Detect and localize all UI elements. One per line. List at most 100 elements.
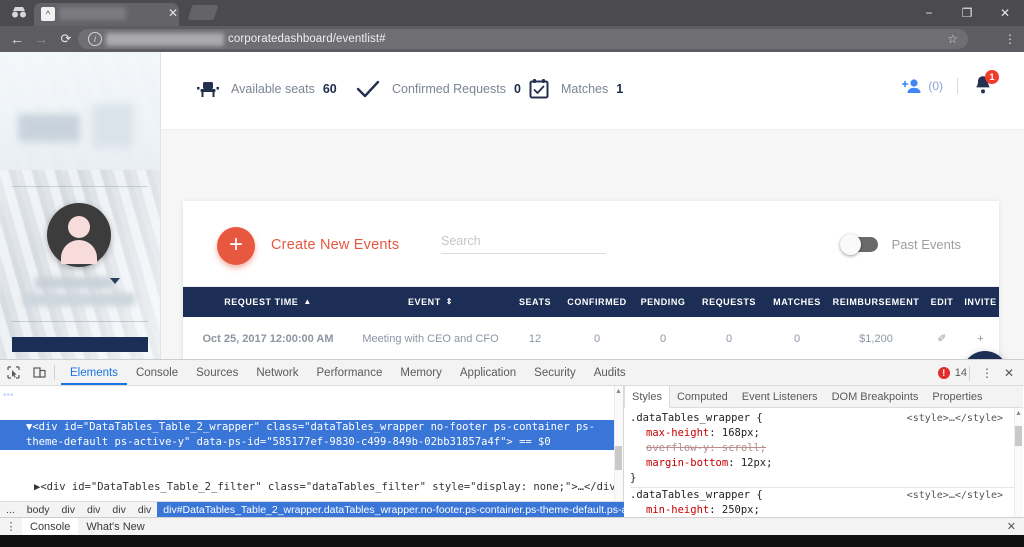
css-declaration[interactable]: max-height: 168px;: [630, 426, 1017, 441]
col-reimbursement[interactable]: REIMBURSEMENT: [830, 287, 922, 317]
devtools-tab-performance[interactable]: Performance: [308, 360, 392, 385]
devtools-tab-console[interactable]: Console: [127, 360, 187, 385]
col-event[interactable]: EVENT ⇕: [353, 287, 508, 317]
drawer-tab-console[interactable]: Console: [22, 517, 79, 536]
col-request-time[interactable]: REQUEST TIME ▲: [183, 287, 353, 317]
dom-node-selected[interactable]: ▼<div id="DataTables_Table_2_wrapper" cl…: [0, 420, 623, 450]
css-rule[interactable]: <style>…</style> .dataTables_wrapper { m…: [630, 411, 1017, 488]
calendar-check-icon: [528, 78, 550, 100]
notifications-button[interactable]: 1: [972, 70, 999, 98]
address-bar[interactable]: i corporatedashboard/eventlist# ☆: [78, 29, 968, 49]
site-info-icon[interactable]: i: [88, 32, 102, 46]
col-matches[interactable]: MATCHES: [764, 287, 830, 317]
dom-node-text: ▶<div id="DataTables_Table_2_filter" cla…: [34, 481, 622, 493]
breadcrumb-item-body[interactable]: body: [21, 502, 56, 518]
sort-asc-icon: ▲: [303, 297, 312, 306]
drawer-close-icon[interactable]: ✕: [1007, 520, 1016, 533]
col-requests[interactable]: REQUESTS: [694, 287, 764, 317]
minimize-button[interactable]: −: [910, 0, 948, 26]
css-declaration[interactable]: margin-bottom: 12px;: [630, 456, 1017, 471]
forward-icon[interactable]: →: [32, 30, 50, 48]
search-input[interactable]: [441, 234, 606, 254]
devtools-tab-audits[interactable]: Audits: [585, 360, 635, 385]
sidebar: [0, 52, 160, 359]
col-label: REQUEST TIME: [224, 297, 299, 307]
events-toolbar: + Create New Events Past Events: [183, 201, 999, 287]
dom-node[interactable]: ▶<div id="DataTables_Table_2_filter" cla…: [0, 480, 623, 495]
past-events-toggle-group[interactable]: Past Events: [839, 234, 961, 255]
breadcrumb-overflow[interactable]: ...: [0, 502, 21, 518]
scroll-up-icon[interactable]: ▲: [1015, 410, 1022, 417]
devtools-close-icon[interactable]: ✕: [998, 360, 1020, 386]
devtools-more-icon[interactable]: ⋮: [976, 360, 998, 386]
sidebar-divider: [12, 186, 148, 187]
styles-scrollbar-thumb[interactable]: [1015, 426, 1022, 446]
devtools-tab-security[interactable]: Security: [525, 360, 585, 385]
col-invite[interactable]: INVITE: [962, 287, 999, 317]
dom-scrollbar-thumb[interactable]: [615, 446, 622, 470]
past-events-toggle[interactable]: [839, 234, 878, 255]
devtools-tab-network[interactable]: Network: [247, 360, 307, 385]
cell-event: Meeting with CEO and CFO: [362, 332, 499, 345]
browser-toolbar: ← → ⟳ i corporatedashboard/eventlist# ☆ …: [0, 26, 1024, 52]
inspect-element-icon[interactable]: [0, 360, 26, 386]
drawer-tab-whats-new[interactable]: What's New: [78, 518, 152, 536]
col-confirmed[interactable]: CONFIRMED: [562, 287, 632, 317]
devtools-tab-memory[interactable]: Memory: [391, 360, 451, 385]
avatar[interactable]: [47, 203, 111, 267]
tab-close-icon[interactable]: ✕: [166, 6, 180, 20]
cell-matches: 0: [793, 332, 801, 345]
maximize-button[interactable]: ❐: [948, 0, 986, 26]
col-pending[interactable]: PENDING: [632, 287, 694, 317]
table-body: Oct 25, 2017 12:00:00 AM Meeting with CE…: [183, 317, 999, 359]
breadcrumb-item-selected[interactable]: div#DataTables_Table_2_wrapper.dataTable…: [157, 502, 624, 518]
create-new-events-label[interactable]: Create New Events: [271, 237, 399, 253]
styles-tab-event-listeners[interactable]: Event Listeners: [735, 386, 825, 407]
table-header-row: REQUEST TIME ▲ EVENT ⇕ SEATS CONFIRMED PEN…: [183, 287, 999, 317]
back-icon[interactable]: ←: [8, 30, 26, 48]
css-rule-origin[interactable]: <style>…</style>: [907, 488, 1003, 503]
col-seats[interactable]: SEATS: [508, 287, 562, 317]
reload-icon[interactable]: ⟳: [57, 30, 75, 48]
stat-label: Confirmed Requests: [392, 82, 506, 96]
toolbar-divider-2: [969, 365, 970, 381]
stats-header: Available seats 60 Confirmed Requests 0: [161, 52, 1024, 130]
notification-badge: 1: [985, 70, 999, 84]
styles-tab-properties[interactable]: Properties: [925, 386, 989, 407]
css-rule-close: }: [630, 472, 637, 484]
sidebar-nav-item-active[interactable]: [12, 337, 148, 352]
edit-pencil-icon[interactable]: ✐: [922, 317, 962, 359]
create-event-fab[interactable]: +: [217, 227, 255, 265]
screen: ^ ✕ − ❐ ✕ ← → ⟳ i corporatedashboard/eve…: [0, 0, 1024, 547]
scroll-up-icon[interactable]: ▲: [615, 388, 622, 395]
breadcrumb-item-div-3[interactable]: div: [106, 502, 131, 518]
error-count-indicator[interactable]: ! 14: [937, 367, 967, 379]
drawer-menu-icon[interactable]: ⋮: [0, 520, 22, 533]
devtools-tab-elements[interactable]: Elements: [61, 360, 127, 385]
styles-scrollbar[interactable]: ▲ ▼: [1014, 408, 1023, 531]
window-controls: − ❐ ✕: [910, 0, 1024, 26]
styles-tab-computed[interactable]: Computed: [670, 386, 735, 407]
browser-menu-icon[interactable]: ⋮: [1002, 31, 1018, 47]
toggle-device-toolbar-icon[interactable]: [26, 360, 52, 386]
devtools-tab-sources[interactable]: Sources: [187, 360, 247, 385]
breadcrumb-item-div-4[interactable]: div: [132, 502, 157, 518]
css-declaration-overridden[interactable]: overflow-y: scroll;: [630, 441, 1017, 456]
table-row[interactable]: Oct 25, 2017 12:00:00 AM Meeting with CE…: [183, 317, 999, 359]
close-window-button[interactable]: ✕: [986, 0, 1024, 26]
breadcrumb-item-div-2[interactable]: div: [81, 502, 106, 518]
styles-tab-styles[interactable]: Styles: [624, 386, 670, 408]
css-rule-origin[interactable]: <style>…</style>: [907, 411, 1003, 426]
devtools-tab-application[interactable]: Application: [451, 360, 525, 385]
css-colon: :: [709, 427, 722, 439]
new-tab-button[interactable]: [187, 5, 219, 20]
styles-tab-dom-breakpoints[interactable]: DOM Breakpoints: [825, 386, 926, 407]
devtools-panel: Elements Console Sources Network Perform…: [0, 359, 1024, 547]
dom-breadcrumb: ... body div div div div div#DataTables_…: [0, 501, 624, 518]
bookmark-star-icon[interactable]: ☆: [947, 31, 958, 47]
add-user-button[interactable]: (0): [902, 78, 943, 94]
chevron-down-icon[interactable]: [110, 278, 120, 284]
breadcrumb-item-div-1[interactable]: div: [56, 502, 81, 518]
css-declaration[interactable]: min-height: 250px;: [630, 503, 1017, 518]
col-edit[interactable]: EDIT: [922, 287, 962, 317]
